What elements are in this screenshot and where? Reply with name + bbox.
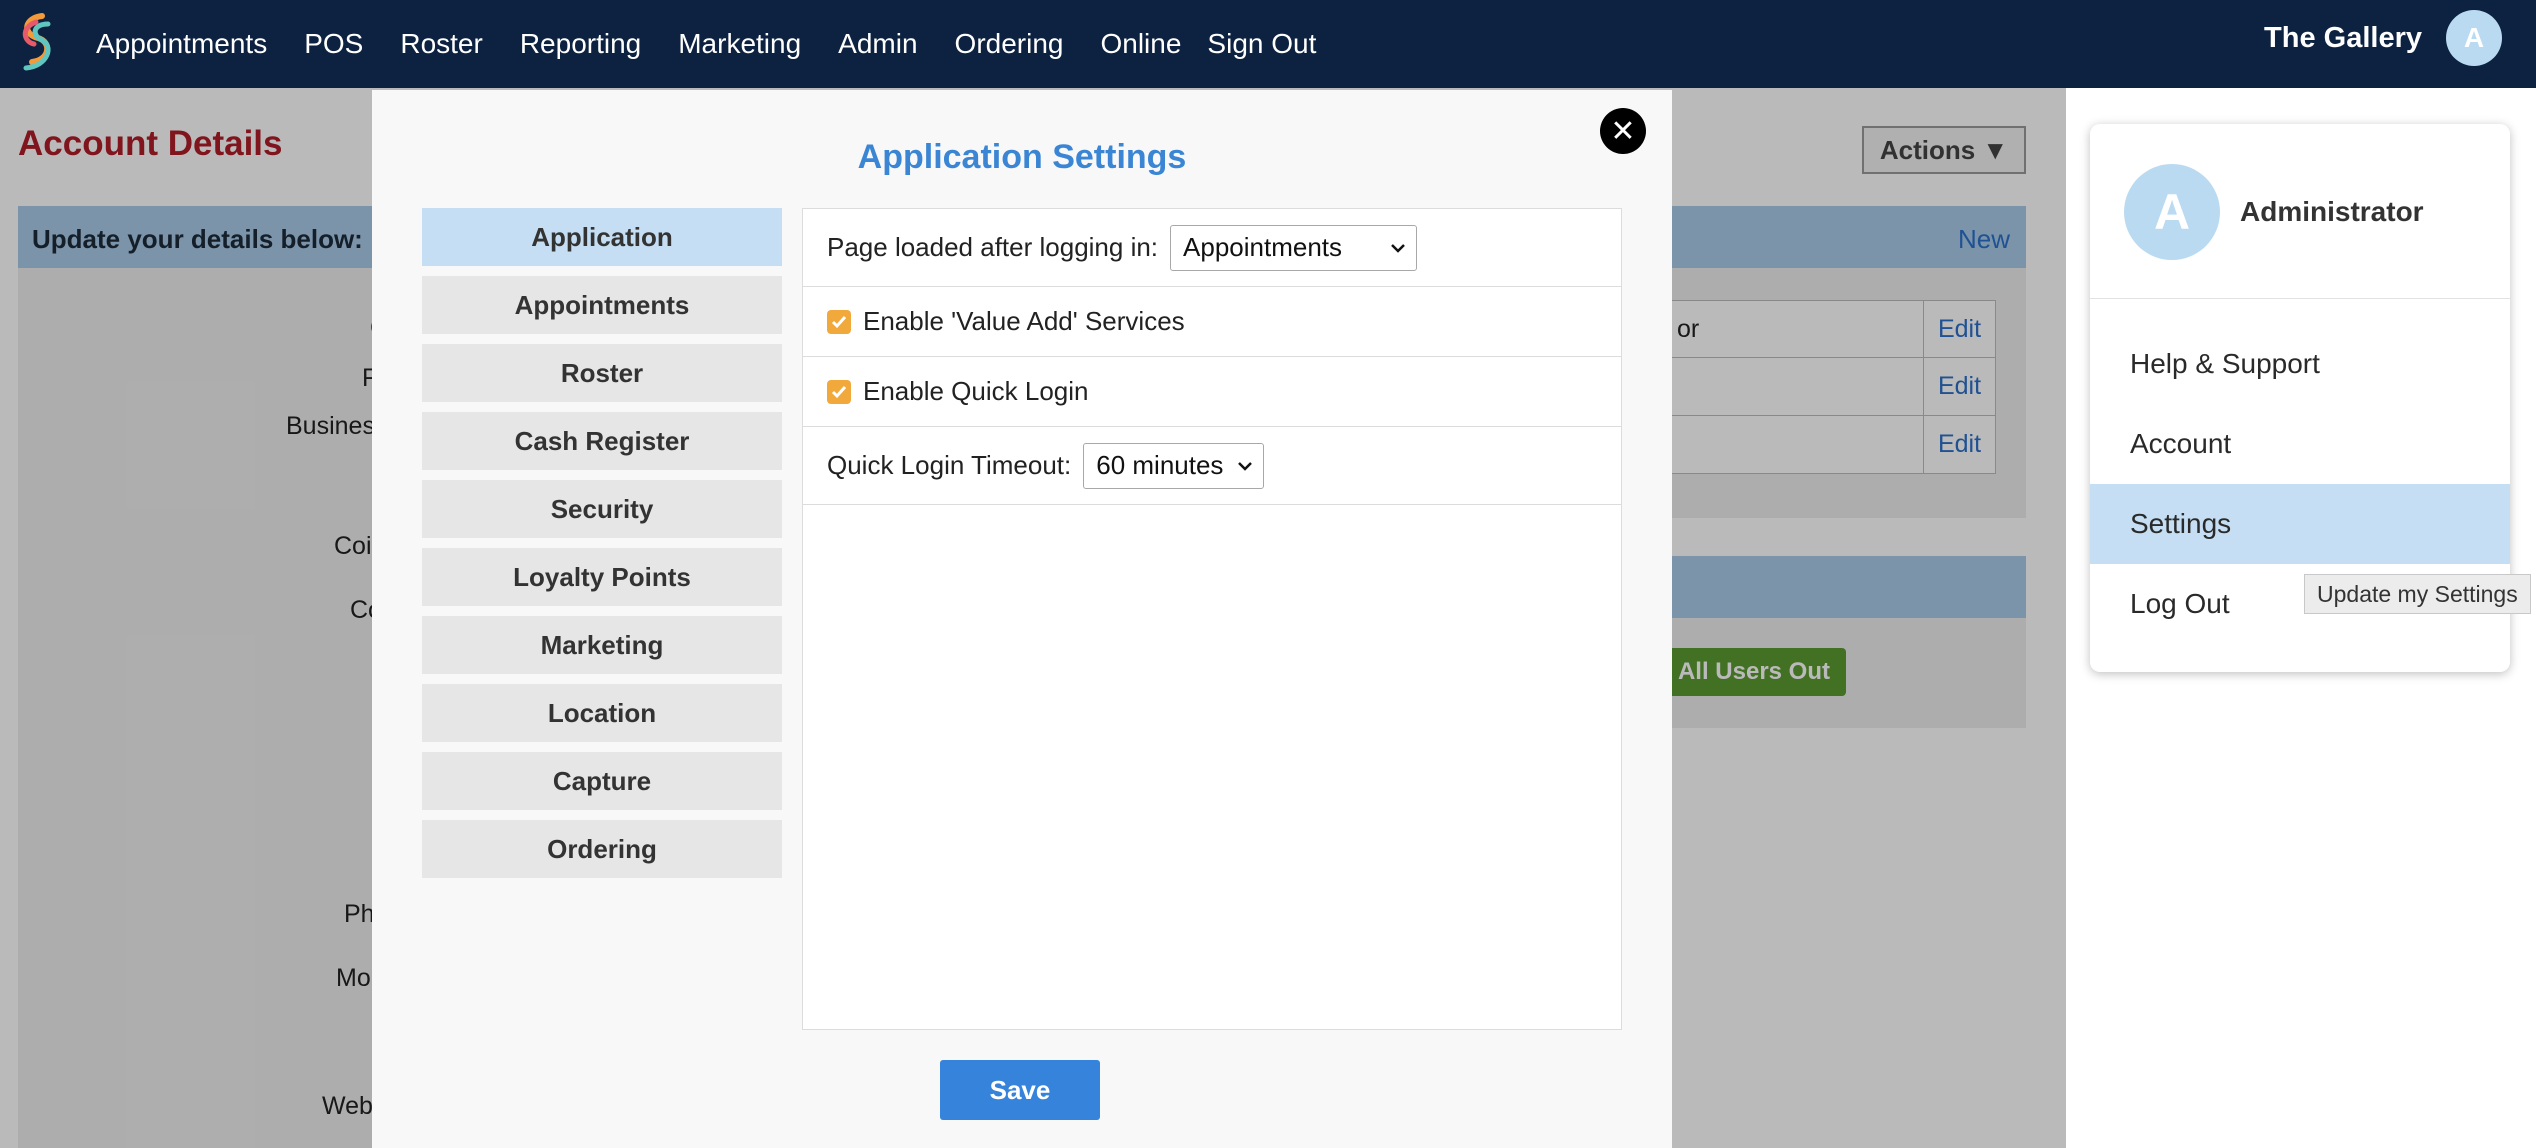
page-loaded-select[interactable]: Appointments — [1170, 224, 1418, 271]
tab-appointments[interactable]: Appointments — [422, 276, 782, 334]
tab-location[interactable]: Location — [422, 684, 782, 742]
nav-ordering[interactable]: Ordering — [955, 28, 1064, 60]
chevron-down-icon — [1223, 450, 1253, 481]
menu-divider — [2090, 298, 2510, 299]
dropdown-caret — [2452, 102, 2492, 126]
quick-login-checkbox[interactable] — [827, 379, 851, 404]
top-navbar: Appointments POS Roster Reporting Market… — [0, 0, 2536, 88]
nav-online[interactable]: Online — [1100, 28, 1181, 60]
checkmark-icon — [831, 315, 847, 328]
menu-item-settings[interactable]: Settings — [2090, 484, 2510, 564]
chevron-down-icon — [1376, 232, 1406, 263]
tab-roster[interactable]: Roster — [422, 344, 782, 402]
page-loaded-value: Appointments — [1183, 232, 1343, 262]
settings-tooltip: Update my Settings — [2304, 574, 2531, 614]
tab-capture[interactable]: Capture — [422, 752, 782, 810]
tab-ordering[interactable]: Ordering — [422, 820, 782, 878]
nav-admin[interactable]: Admin — [838, 28, 917, 60]
avatar: A — [2124, 164, 2220, 260]
nav-appointments[interactable]: Appointments — [96, 28, 267, 60]
modal-title: Application Settings — [857, 138, 1187, 176]
tab-application[interactable]: Application — [422, 208, 782, 266]
tab-security[interactable]: Security — [422, 480, 782, 538]
nav-reporting[interactable]: Reporting — [520, 28, 641, 60]
timeout-select[interactable]: 60 minutes — [1083, 442, 1265, 489]
nav-roster[interactable]: Roster — [400, 28, 482, 60]
save-button[interactable]: Save — [940, 1060, 1100, 1120]
tab-marketing[interactable]: Marketing — [422, 616, 782, 674]
settings-tabs: Application Appointments Roster Cash Reg… — [422, 208, 782, 888]
application-settings-modal: Application Settings ✕ Application Appoi… — [372, 90, 1672, 1148]
menu-item-help-support[interactable]: Help & Support — [2090, 324, 2510, 404]
page-loaded-row: Page loaded after logging in: Appointmen… — [803, 209, 1621, 287]
value-add-row: Enable 'Value Add' Services — [803, 287, 1621, 357]
value-add-checkbox[interactable] — [827, 309, 851, 334]
app-logo-icon[interactable] — [12, 10, 64, 74]
tab-loyalty-points[interactable]: Loyalty Points — [422, 548, 782, 606]
nav-pos[interactable]: POS — [304, 28, 363, 60]
value-add-label: Enable 'Value Add' Services — [863, 306, 1185, 336]
close-icon: ✕ — [1610, 114, 1636, 148]
menu-item-account[interactable]: Account — [2090, 404, 2510, 484]
timeout-value: 60 minutes — [1096, 450, 1224, 480]
nav-sign-out[interactable]: Sign Out — [1207, 28, 1316, 60]
nav-marketing[interactable]: Marketing — [678, 28, 801, 60]
timeout-label: Quick Login Timeout: — [827, 450, 1072, 480]
timeout-row: Quick Login Timeout: 60 minutes — [803, 427, 1621, 505]
quick-login-row: Enable Quick Login — [803, 357, 1621, 427]
close-modal-button[interactable]: ✕ — [1600, 108, 1646, 154]
quick-login-label: Enable Quick Login — [863, 376, 1089, 406]
checkmark-icon — [831, 385, 847, 398]
settings-content: Page loaded after logging in: Appointmen… — [802, 208, 1622, 1030]
user-role-name: Administrator — [2240, 196, 2424, 227]
main-nav: Appointments POS Roster Reporting Market… — [96, 0, 1353, 88]
user-avatar-button[interactable]: A — [2446, 10, 2502, 66]
page-loaded-label: Page loaded after logging in: — [827, 232, 1159, 262]
tab-cash-register[interactable]: Cash Register — [422, 412, 782, 470]
business-name: The Gallery — [2264, 22, 2422, 54]
